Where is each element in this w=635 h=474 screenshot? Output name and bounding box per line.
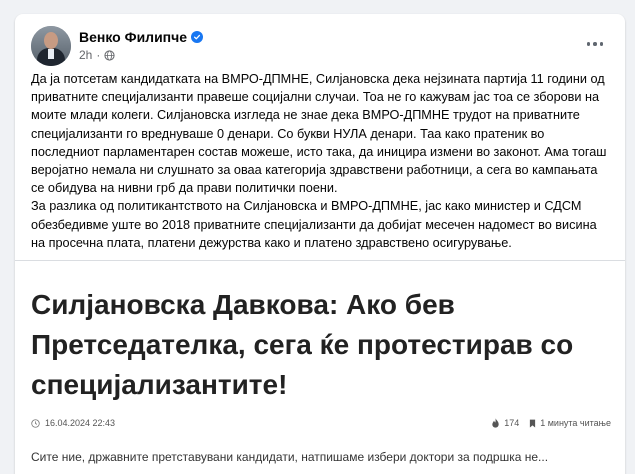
meta-separator: · [96, 48, 101, 62]
globe-icon [104, 49, 115, 61]
clock-icon [31, 418, 40, 428]
more-options-icon[interactable] [581, 30, 609, 58]
post-meta: 2h · [79, 48, 115, 62]
bookmark-icon [530, 419, 536, 427]
article-date: 16.04.2024 22:43 [45, 418, 116, 428]
verified-badge-icon [191, 31, 204, 43]
facebook-post: Венко Филипче 2h · Да ја потсетам кандид… [15, 14, 625, 474]
author-avatar[interactable] [31, 26, 71, 66]
fire-icon [492, 418, 499, 428]
author-name[interactable]: Венко Филипче [79, 29, 187, 45]
link-preview[interactable]: Силјановска Давкова: Ако бев Претседател… [15, 260, 625, 474]
article-read-time: 1 минута читање [540, 418, 611, 428]
post-paragraph-1: Да ја потсетам кандидатката на ВМРО-ДПМН… [31, 72, 607, 196]
article-views: 174 [504, 418, 520, 428]
article-excerpt: Сите ние, државните претставувани кандид… [31, 450, 549, 464]
article-meta: 16.04.2024 22:43 174 1 минута читање [31, 415, 611, 431]
post-body: Да ја потсетам кандидатката на ВМРО-ДПМН… [31, 70, 613, 252]
article-stats: 174 1 минута читање [491, 418, 611, 428]
post-paragraph-2: За разлика од политикантството на Силјан… [31, 199, 597, 250]
author-row: Венко Филипче [79, 29, 204, 45]
post-timestamp[interactable]: 2h [79, 48, 92, 62]
post-header: Венко Филипче 2h · [31, 26, 611, 66]
article-title[interactable]: Силјановска Давкова: Ако бев Претседател… [31, 285, 611, 405]
